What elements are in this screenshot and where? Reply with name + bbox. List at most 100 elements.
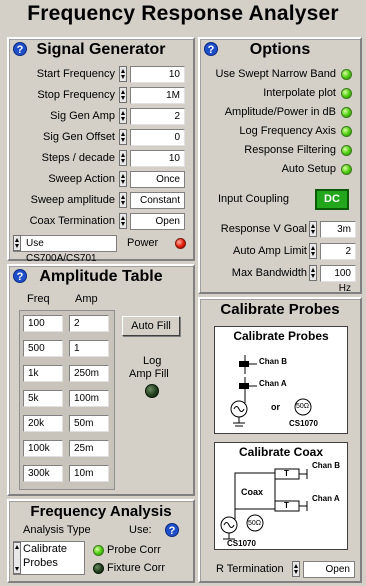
coax-ohm-label: 50Ω (248, 520, 262, 527)
auto-amp-limit-input[interactable]: 2 (320, 243, 356, 260)
amp-cell[interactable]: 2 (69, 315, 109, 332)
chan-b-label: Chan B (259, 357, 287, 366)
start-frequency-input[interactable]: 10 (130, 66, 185, 83)
amp-cell[interactable]: 25m (69, 440, 109, 457)
use-swept-narrow-band-label: Use Swept Narrow Band (215, 68, 336, 80)
amplitude-power-in-db-toggle[interactable] (341, 107, 352, 118)
steps-decade-label: Steps / decade (41, 152, 115, 164)
calibrate-probes-diagram: Calibrate Probes Chan B Chan A or 50Ω CS… (214, 326, 348, 434)
amp-cell[interactable]: 250m (69, 365, 109, 382)
coax-label: Coax (241, 487, 264, 497)
fixture-corr-label: Fixture Corr (107, 562, 166, 574)
frequency-analysis-title: Frequency Analysis (30, 503, 172, 520)
response-filtering-toggle[interactable] (341, 145, 352, 156)
coax-chan-a-label: Chan A (312, 494, 340, 503)
sweep-amplitude-select[interactable]: Constant (130, 192, 185, 209)
steps-decade-input[interactable]: 10 (130, 150, 185, 167)
input-coupling-toggle[interactable]: DC (315, 189, 349, 210)
help-icon[interactable]: ? (13, 269, 27, 283)
options-panel: ? Options Use Swept Narrow Band Interpola… (198, 37, 362, 294)
start-frequency-arrows[interactable] (119, 66, 127, 82)
analysis-type-value-1: Calibrate (23, 543, 68, 555)
sweep-action-select[interactable]: Once (130, 171, 185, 188)
log-frequency-axis-toggle[interactable] (341, 126, 352, 137)
signal-generator-header: ? Signal Generator (9, 39, 193, 61)
max-bandwidth-arrows[interactable] (309, 265, 317, 281)
stop-frequency-input[interactable]: 1M (130, 87, 185, 104)
sweep-action-label: Sweep Action (48, 173, 115, 185)
freq-cell[interactable]: 100 (23, 315, 63, 332)
amplitude-power-in-db-label: Amplitude/Power in dB (224, 106, 336, 118)
analysis-type-label: Analysis Type (23, 524, 91, 536)
t-label-a: T (284, 501, 289, 510)
max-bandwidth-label: Max Bandwidth (231, 267, 307, 279)
amp-cell[interactable]: 1 (69, 340, 109, 357)
diagram-probes-title: Calibrate Probes (233, 329, 329, 343)
interpolate-plot-toggle[interactable] (341, 88, 352, 99)
freq-cell[interactable]: 5k (23, 390, 63, 407)
t-label-b: T (284, 469, 289, 478)
max-bandwidth-input[interactable]: 100 Hz (320, 265, 356, 294)
r-termination-arrows[interactable] (292, 561, 300, 577)
auto-amp-limit-label: Auto Amp Limit (233, 245, 307, 257)
sig-gen-amp-arrows[interactable] (119, 108, 127, 124)
device-select[interactable]: Use CS700A/CS701 (13, 235, 117, 264)
r-termination-select[interactable]: Open (303, 561, 355, 578)
calibrate-probes-title: Calibrate Probes (220, 301, 340, 318)
sweep-amplitude-arrows[interactable] (119, 192, 127, 208)
chan-a-label: Chan A (259, 379, 287, 388)
device-select-arrows[interactable] (13, 235, 21, 251)
auto-fill-button[interactable]: Auto Fill (122, 316, 180, 336)
stop-frequency-arrows[interactable] (119, 87, 127, 103)
signal-generator-panel: ? Signal Generator Start Frequency 10 Stop… (7, 37, 195, 264)
freq-cell[interactable]: 1k (23, 365, 63, 382)
use-swept-narrow-band-toggle[interactable] (341, 69, 352, 80)
fixture-corr-indicator[interactable] (93, 563, 104, 574)
amplitude-table-header: ? Amplitude Table (9, 266, 193, 288)
coax-termination-select[interactable]: Open (130, 213, 185, 230)
auto-amp-limit-arrows[interactable] (309, 243, 317, 259)
coax-chan-b-label: Chan B (312, 461, 340, 470)
options-header: ? Options (200, 39, 360, 61)
probe-corr-indicator[interactable] (93, 545, 104, 556)
help-icon[interactable]: ? (13, 42, 27, 56)
response-v-goal-input[interactable]: 3m (320, 221, 356, 238)
steps-decade-arrows[interactable] (119, 150, 127, 166)
amp-cell[interactable]: 100m (69, 390, 109, 407)
sweep-amplitude-label: Sweep amplitude (30, 194, 115, 206)
ohm-label: 50Ω (296, 403, 310, 410)
sig-gen-amp-input[interactable]: 2 (130, 108, 185, 125)
log-frequency-axis-label: Log Frequency Axis (239, 125, 336, 137)
analysis-type-value-2: Probes (23, 557, 58, 569)
diagram-coax-title: Calibrate Coax (238, 445, 324, 459)
amplitude-table-title: Amplitude Table (39, 268, 163, 285)
app-title: Frequency Response Analyser (27, 2, 339, 25)
coax-termination-arrows[interactable] (119, 213, 127, 229)
freq-cell[interactable]: 500 (23, 340, 63, 357)
coax-diagram-icon (220, 468, 308, 540)
power-indicator[interactable] (175, 238, 186, 249)
response-v-goal-arrows[interactable] (309, 221, 317, 237)
sweep-action-arrows[interactable] (119, 171, 127, 187)
amp-cell[interactable]: 10m (69, 465, 109, 482)
calibrate-probes-panel: Calibrate Probes Calibrate Probes Chan B… (198, 297, 362, 583)
sig-gen-offset-arrows[interactable] (119, 129, 127, 145)
interpolate-plot-label: Interpolate plot (263, 87, 336, 99)
use-label: Use: (129, 524, 152, 536)
options-title: Options (249, 41, 311, 58)
auto-setup-toggle[interactable] (341, 164, 352, 175)
freq-column-header: Freq (27, 293, 50, 305)
freq-cell[interactable]: 20k (23, 415, 63, 432)
signal-generator-title: Signal Generator (36, 41, 166, 58)
help-icon[interactable]: ? (204, 42, 218, 56)
freq-cell[interactable]: 300k (23, 465, 63, 482)
sig-gen-offset-input[interactable]: 0 (130, 129, 185, 146)
amp-column-header: Amp (75, 293, 98, 305)
analysis-type-arrows[interactable] (13, 542, 21, 574)
freq-cell[interactable]: 100k (23, 440, 63, 457)
amp-cell[interactable]: 50m (69, 415, 109, 432)
log-amp-fill-toggle[interactable] (145, 384, 159, 398)
start-frequency-label: Start Frequency (36, 68, 115, 80)
help-icon[interactable]: ? (165, 523, 179, 537)
sig-gen-offset-label: Sig Gen Offset (43, 131, 115, 143)
